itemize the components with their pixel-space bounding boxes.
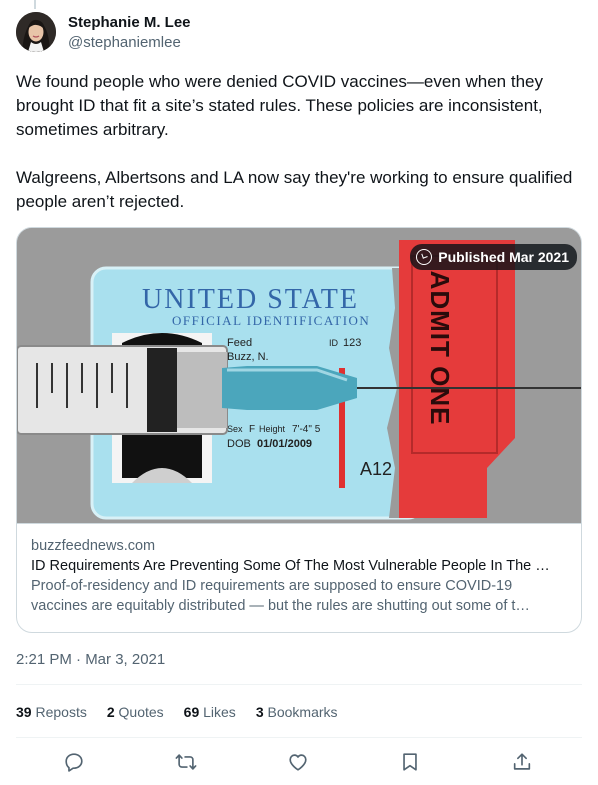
id-dob-value: 01/01/2009 [257,438,312,450]
user-handle[interactable]: @stephaniemlee [68,33,191,53]
card-info[interactable]: buzzfeednews.com ID Requirements Are Pre… [17,524,581,616]
published-date-label: Published Mar 2021 [438,249,569,265]
id-sex-label: Sex [227,424,243,434]
id-dob-label: DOB [227,438,251,450]
quotes-stat[interactable]: 2 Quotes [107,702,164,722]
likes-label: Likes [203,704,236,720]
heart-icon [289,754,307,771]
thread-connector-line [34,0,36,9]
share-icon [513,753,531,770]
id-name-first: Buzz, N. [227,351,269,363]
id-card-syringe-illustration: UNITED STATE OFFICIAL IDENTIFICATION Fee… [17,228,581,523]
bookmarks-label: Bookmarks [267,704,338,720]
reposts-count: 39 [16,704,32,720]
id-number: 123 [343,337,361,349]
id-number-label: ID [329,338,339,348]
repost-icon [175,754,197,770]
id-name-last: Feed [227,337,252,349]
card-description-line: vaccines are equitably distributed — but… [31,598,530,614]
id-sex-value: F [249,424,255,435]
link-preview-card[interactable]: UNITED STATE OFFICIAL IDENTIFICATION Fee… [16,227,582,633]
likes-count: 69 [183,704,200,720]
bookmark-button[interactable] [396,748,424,776]
reposts-label: Reposts [35,704,87,720]
engagement-stats: 39 Reposts 2 Quotes 69 Likes 3 Bookmarks [16,702,358,722]
reply-button[interactable] [60,748,88,776]
quotes-label: Quotes [118,704,164,720]
card-description: Proof-of-residency and ID requirements a… [31,576,567,616]
ticket-text: ADMIT ONE [425,271,455,426]
id-code: A12 [360,459,392,479]
divider [16,684,582,685]
display-name[interactable]: Stephanie M. Lee [68,13,191,33]
id-card-subtitle: OFFICIAL IDENTIFICATION [172,313,370,328]
tweet-text: We found people who were denied COVID va… [16,72,573,211]
bookmark-icon [403,753,417,771]
id-height-label: Height [259,424,286,434]
card-description-line: Proof-of-residency and ID requirements a… [31,578,513,594]
id-card-title: UNITED STATE [142,284,359,315]
share-button[interactable] [508,748,536,776]
tweet-timestamp[interactable]: 2:21 PM · Mar 3, 2021 [16,650,165,670]
card-title: ID Requirements Are Preventing Some Of T… [31,558,550,574]
published-date-badge: Published Mar 2021 [410,244,577,270]
reply-icon [65,753,83,772]
quotes-count: 2 [106,704,115,720]
repost-button[interactable] [172,748,200,776]
divider [16,737,582,738]
like-button[interactable] [284,748,312,776]
avatar[interactable] [16,12,56,52]
tweet-header: Stephanie M. Lee @stephaniemlee [16,12,191,53]
avatar-image [16,12,56,52]
reposts-stat[interactable]: 39 Reposts [16,702,87,722]
action-bar [0,748,598,776]
id-height-value: 7'-4" 5 [292,424,321,435]
likes-stat[interactable]: 69 Likes [184,702,236,722]
bookmarks-count: 3 [255,704,264,720]
card-image[interactable]: UNITED STATE OFFICIAL IDENTIFICATION Fee… [17,228,581,524]
bookmarks-stat[interactable]: 3 Bookmarks [256,702,338,722]
card-domain: buzzfeednews.com [31,538,156,554]
clock-icon [416,249,433,265]
